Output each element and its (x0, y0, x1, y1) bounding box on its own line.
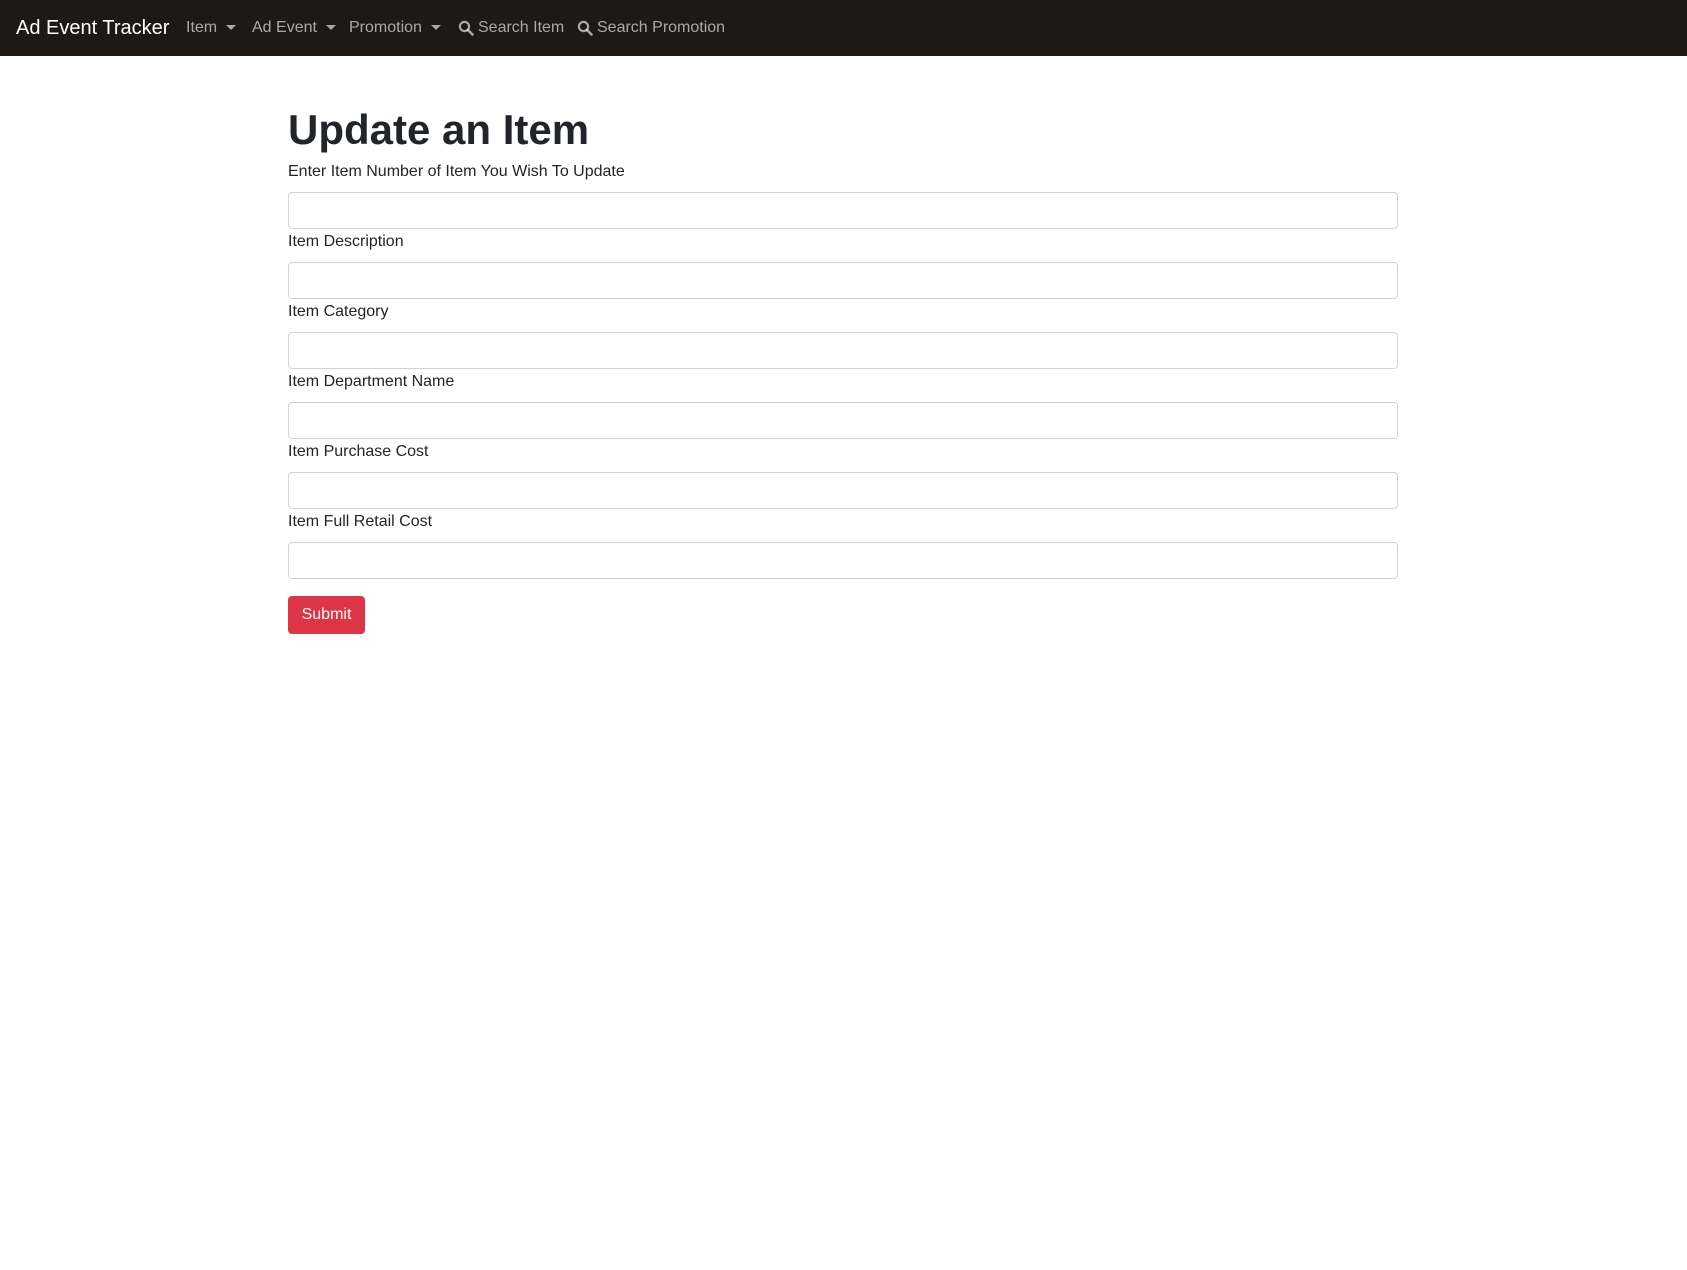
item-full-retail-cost-label: Item Full Retail Cost (288, 513, 433, 530)
item-category-label: Item Category (288, 303, 389, 320)
item-number-input[interactable] (288, 192, 1398, 229)
nav-item-label: Search Promotion (597, 19, 726, 36)
item-purchase-cost-input[interactable] (288, 472, 1398, 509)
item-description-label: Item Description (288, 233, 404, 250)
nav-item-label: Item (186, 19, 218, 36)
item-department-name-label: Item Department Name (288, 373, 455, 390)
item-description-input[interactable] (288, 262, 1398, 299)
nav-link-search-item[interactable]: Search Item (458, 17, 564, 39)
navbar-brand[interactable]: Ad Event Tracker (16, 15, 169, 41)
nav-dropdown-item[interactable]: Item (186, 17, 237, 39)
nav-item-label: Search Item (478, 19, 565, 36)
caret-down-icon (325, 24, 336, 30)
caret-down-icon (226, 24, 237, 30)
nav-item-label: Promotion (349, 19, 422, 36)
nav-dropdown-promotion[interactable]: Promotion (349, 17, 441, 39)
page-title: Update an Item (288, 106, 590, 153)
item-full-retail-cost-input[interactable] (288, 542, 1398, 579)
search-icon (577, 20, 593, 36)
nav-link-search-promotion[interactable]: Search Promotion (577, 17, 725, 39)
top-navbar: Ad Event Tracker Item Ad Event Promotion… (0, 0, 1687, 56)
item-purchase-cost-label: Item Purchase Cost (288, 443, 429, 460)
item-number-label: Enter Item Number of Item You Wish To Up… (288, 163, 625, 180)
nav-item-label: Ad Event (252, 19, 317, 36)
nav-dropdown-ad-event[interactable]: Ad Event (252, 17, 336, 39)
submit-button[interactable]: Submit (288, 596, 365, 634)
item-category-input[interactable] (288, 332, 1398, 369)
item-department-name-input[interactable] (288, 402, 1398, 439)
caret-down-icon (430, 24, 441, 30)
search-icon (458, 20, 474, 36)
